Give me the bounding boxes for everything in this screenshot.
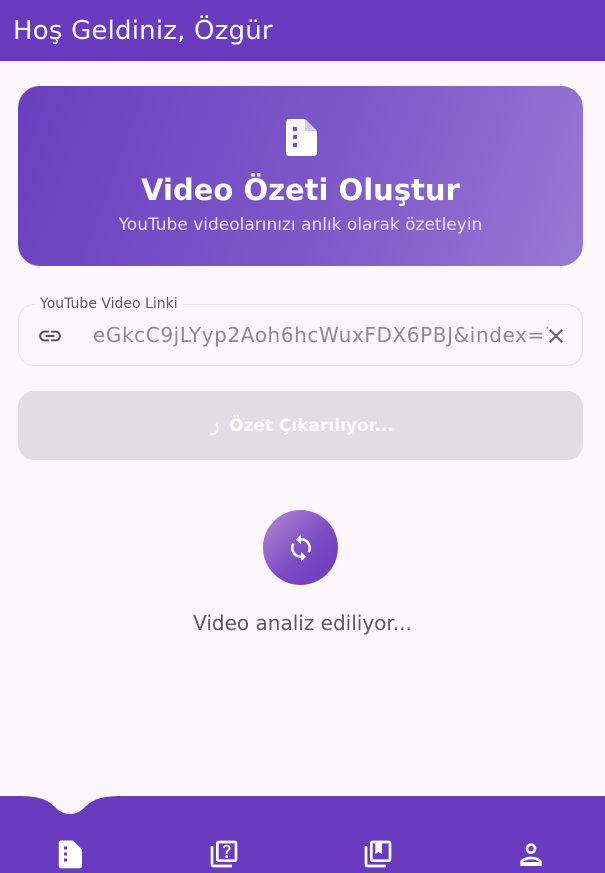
video-link-value[interactable]: eGkcC9jLYyp2Aoh6hcWuxFDX6PBJ&index=7	[93, 323, 548, 349]
person-icon	[520, 843, 542, 866]
nav-selection-notch	[18, 796, 122, 814]
video-link-input[interactable]: eGkcC9jLYyp2Aoh6hcWuxFDX6PBJ&index=7	[18, 304, 583, 366]
clear-icon[interactable]	[544, 324, 568, 348]
quiz-icon	[210, 840, 238, 868]
video-file-icon	[58, 840, 82, 869]
loading-indicator	[263, 510, 338, 585]
summarize-button[interactable]: Özet Çıkarılıyor...	[18, 391, 583, 460]
library-bookmark-icon	[364, 840, 392, 868]
video-link-label: YouTube Video Linki	[35, 296, 183, 312]
summarize-button-label: Özet Çıkarılıyor...	[229, 415, 394, 436]
welcome-title: Hoş Geldiniz, Özgür	[13, 15, 273, 46]
hero-title: Video Özeti Oluştur	[141, 173, 460, 207]
progress-spinner-icon	[209, 422, 219, 435]
loading-text: Video analiz ediliyor...	[193, 611, 412, 635]
hero-subtitle: YouTube videolarınızı anlık olarak özetl…	[118, 215, 483, 235]
nav-item-library[interactable]	[361, 837, 395, 871]
hero-card: Video Özeti Oluştur YouTube videolarınız…	[18, 86, 583, 266]
video-file-icon	[285, 119, 317, 156]
nav-item-summary[interactable]	[53, 837, 87, 871]
link-icon	[39, 330, 61, 342]
app-bar: Hoş Geldiniz, Özgür	[0, 0, 605, 61]
app-root: Hoş Geldiniz, Özgür Video Özeti Oluştur …	[0, 0, 605, 873]
sync-icon	[290, 533, 311, 562]
nav-item-quiz[interactable]	[207, 837, 241, 871]
nav-item-profile[interactable]	[514, 837, 548, 871]
